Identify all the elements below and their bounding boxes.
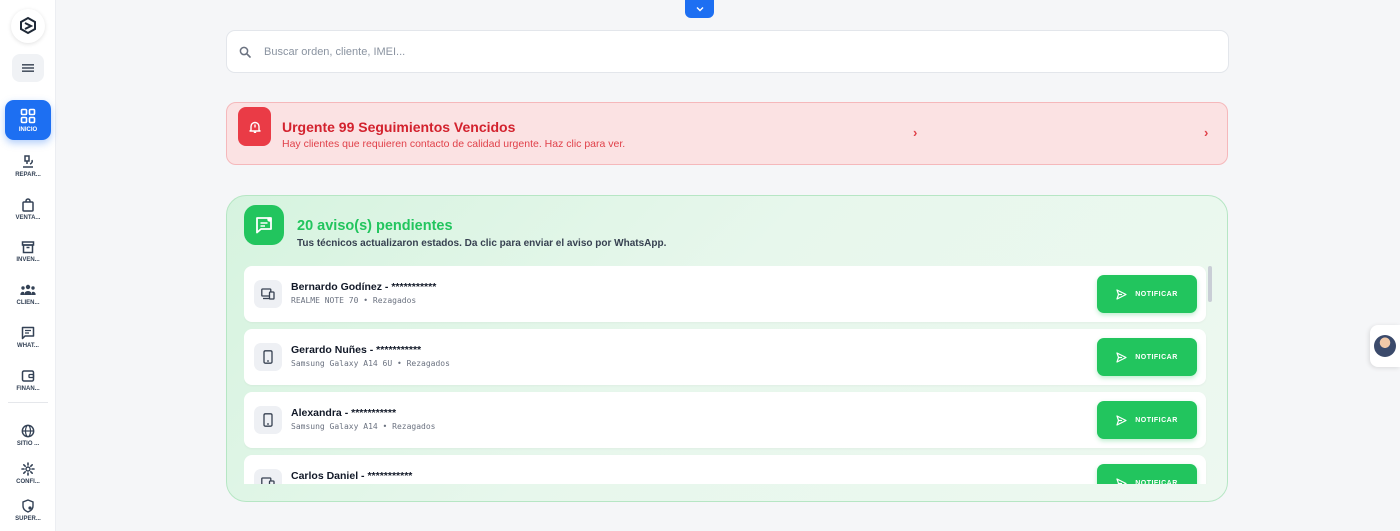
sidebar-item-inicio[interactable]: INICIO	[5, 100, 51, 140]
sidebar-item-label: REPAR...	[15, 171, 41, 178]
notices-title: 20 aviso(s) pendientes	[297, 218, 453, 234]
sidebar-item-label: VENTA...	[15, 214, 41, 221]
send-icon	[1116, 477, 1127, 484]
avatar	[1374, 335, 1396, 357]
smartphone-icon	[254, 343, 282, 371]
urgent-title: Urgente 99 Seguimientos Vencidos	[282, 119, 516, 135]
sidebar-item-label: CLIEN...	[16, 299, 40, 306]
list-item[interactable]: Carlos Daniel - *********** NOTIFICAR	[244, 455, 1206, 484]
sidebar-item-inventario[interactable]: INVEN...	[5, 231, 51, 271]
urgent-subtitle: Hay clientes que requieren contacto de c…	[282, 138, 626, 150]
chevron-right-icon[interactable]: ›	[1204, 125, 1208, 140]
search-input[interactable]	[264, 45, 1164, 58]
sidebar-item-label: CONFI...	[16, 478, 40, 485]
users-icon	[20, 284, 36, 295]
chevron-down-icon	[696, 7, 703, 12]
customer-name: Bernardo Godínez - ***********	[291, 281, 437, 293]
sidebar-item-label: INICIO	[18, 126, 38, 133]
logo-icon	[20, 16, 36, 35]
notify-button[interactable]: NOTIFICAR	[1097, 275, 1197, 313]
sidebar-item-finanzas[interactable]: FINAN...	[5, 360, 51, 400]
notify-button-label: NOTIFICAR	[1135, 479, 1178, 485]
search-icon	[239, 46, 251, 58]
support-avatar-button[interactable]	[1370, 325, 1400, 367]
list-item[interactable]: Bernardo Godínez - *********** REALME NO…	[244, 266, 1206, 322]
send-icon	[1116, 288, 1127, 300]
sidebar-item-clientes[interactable]: CLIEN...	[5, 274, 51, 314]
notify-button-label: NOTIFICAR	[1135, 290, 1178, 298]
sidebar-item-label: SITIO ...	[16, 440, 40, 447]
device-status: Samsung Galaxy A14 • Rezagados	[291, 422, 436, 431]
archive-box-icon	[21, 240, 35, 253]
notify-button[interactable]: NOTIFICAR	[1097, 338, 1197, 376]
smartphone-icon	[254, 406, 282, 434]
notify-button-label: NOTIFICAR	[1135, 416, 1178, 424]
sidebar-item-ventas[interactable]: VENTA...	[5, 189, 51, 229]
chevron-right-icon: ›	[913, 125, 918, 140]
pending-notices-panel: 20 aviso(s) pendientes Tus técnicos actu…	[226, 195, 1228, 502]
bell-icon	[238, 107, 271, 146]
sidebar-item-configuracion[interactable]: CONFI...	[5, 453, 51, 493]
message-square-icon	[244, 205, 284, 245]
menu-toggle-button[interactable]	[12, 54, 44, 82]
sidebar-item-label: FINAN...	[16, 385, 40, 392]
customer-name: Carlos Daniel - ***********	[291, 470, 413, 482]
list-item[interactable]: Alexandra - *********** Samsung Galaxy A…	[244, 392, 1206, 448]
device-status: Samsung Galaxy A14 6U • Rezagados	[291, 359, 450, 368]
shopping-bag-icon	[22, 197, 34, 212]
notify-button-label: NOTIFICAR	[1135, 353, 1178, 361]
notices-subtitle: Tus técnicos actualizaron estados. Da cl…	[297, 238, 667, 249]
sidebar-item-label: INVEN...	[16, 256, 40, 263]
sidebar-item-sitio[interactable]: SITIO ...	[5, 415, 51, 455]
search-bar	[226, 30, 1229, 73]
globe-icon	[21, 424, 35, 437]
devices-icon	[254, 280, 282, 308]
hamburger-icon	[22, 64, 34, 72]
customer-name: Alexandra - ***********	[291, 407, 397, 419]
sidebar-divider	[8, 402, 48, 403]
customer-name: Gerardo Nuñes - ***********	[291, 344, 422, 356]
app-logo[interactable]	[11, 9, 45, 43]
notices-list[interactable]: Bernardo Godínez - *********** REALME NO…	[244, 266, 1213, 484]
chat-icon	[21, 326, 35, 339]
notify-button[interactable]: NOTIFICAR	[1097, 464, 1197, 484]
sidebar-item-label: WHAT...	[17, 342, 39, 349]
list-scrollbar[interactable]	[1208, 266, 1212, 302]
sidebar-item-reparaciones[interactable]: REPAR...	[5, 146, 51, 186]
send-icon	[1116, 351, 1127, 363]
microscope-icon	[23, 154, 33, 168]
sidebar-item-label: SUPER...	[15, 515, 41, 522]
notify-button[interactable]: NOTIFICAR	[1097, 401, 1197, 439]
sidebar: INICIO REPAR... VENTA... INVEN... CLIEN.…	[0, 0, 56, 531]
device-status: REALME NOTE 70 • Rezagados	[291, 296, 417, 305]
devices-icon	[254, 469, 282, 484]
sidebar-item-super[interactable]: SUPER...	[5, 490, 51, 530]
sidebar-item-whatsapp[interactable]: WHAT...	[5, 317, 51, 357]
list-item[interactable]: Gerardo Nuñes - *********** Samsung Gala…	[244, 329, 1206, 385]
urgent-followups-banner[interactable]: Urgente 99 Seguimientos Vencidos Hay cli…	[226, 102, 1228, 165]
wallet-icon	[21, 369, 35, 382]
gear-icon	[21, 461, 35, 476]
grid-icon	[20, 108, 36, 123]
shield-icon	[22, 498, 34, 513]
send-icon	[1116, 414, 1127, 426]
collapse-toggle-button[interactable]	[685, 0, 714, 18]
